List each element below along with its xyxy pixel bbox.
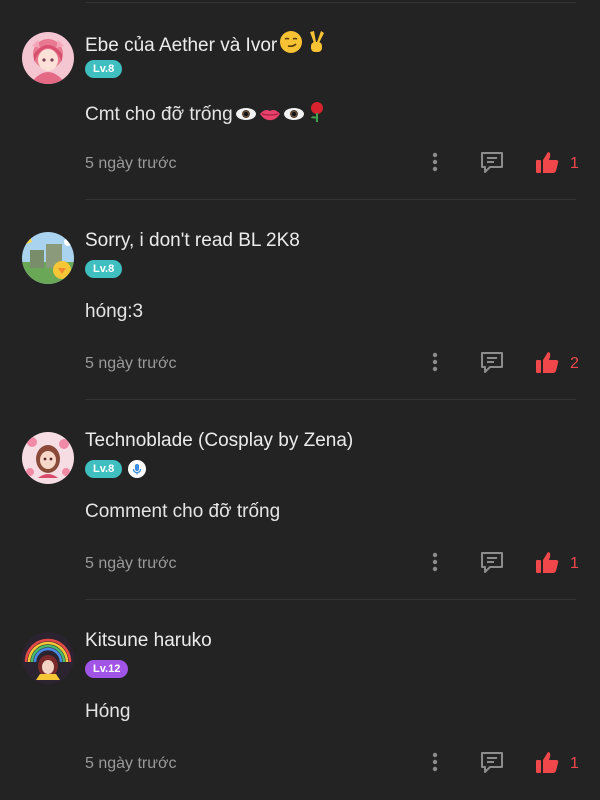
username[interactable]: Sorry, i don't read BL 2K8 xyxy=(85,230,300,252)
eye-icon xyxy=(235,105,257,129)
avatar[interactable] xyxy=(22,432,74,484)
user-badges: Lv.12 xyxy=(85,660,129,678)
avatar[interactable] xyxy=(22,632,74,684)
more-vertical-icon xyxy=(432,152,438,177)
comment-text: Comment cho đỡ trống xyxy=(85,501,281,522)
username[interactable]: Technoblade (Cosplay by Zena) xyxy=(85,430,353,452)
victory-hand-icon xyxy=(305,30,327,60)
reply-button[interactable] xyxy=(478,750,506,778)
username[interactable]: Kitsune haruko xyxy=(85,630,212,652)
comment-text: hóng:3 xyxy=(85,301,144,322)
comment-feed: Ebe của Aether và Ivor Lv.8 Cmt cho đỡ t… xyxy=(0,0,600,800)
reply-bubble-icon xyxy=(479,349,505,380)
avatar[interactable] xyxy=(22,232,74,284)
user-badges: Lv.8 xyxy=(85,60,123,78)
like-button[interactable]: 1 xyxy=(534,150,579,178)
eye-icon xyxy=(283,105,305,129)
lips-icon xyxy=(259,105,281,129)
like-count: 1 xyxy=(570,555,579,572)
more-vertical-icon xyxy=(432,552,438,577)
more-options-button[interactable] xyxy=(424,552,446,576)
like-button[interactable]: 1 xyxy=(534,550,579,578)
username[interactable]: Ebe của Aether và Ivor xyxy=(85,30,327,60)
reply-bubble-icon xyxy=(479,749,505,780)
thumbs-up-icon xyxy=(534,749,560,780)
rose-icon xyxy=(307,101,327,129)
reply-button[interactable] xyxy=(478,150,506,178)
comment-item: Kitsune haruko Lv.12 Hóng 5 ngày trước 1 xyxy=(0,600,600,800)
username-text: Ebe của Aether và Ivor xyxy=(85,35,278,56)
level-badge: Lv.8 xyxy=(85,460,123,478)
more-options-button[interactable] xyxy=(424,752,446,776)
reply-bubble-icon xyxy=(479,149,505,180)
reply-button[interactable] xyxy=(478,550,506,578)
level-badge: Lv.12 xyxy=(85,660,129,678)
avatar[interactable] xyxy=(22,32,74,84)
like-button[interactable]: 2 xyxy=(534,350,579,378)
comment-text-body: Cmt cho đỡ trống xyxy=(85,104,233,125)
reply-button[interactable] xyxy=(478,350,506,378)
microphone-icon xyxy=(128,460,147,478)
more-vertical-icon xyxy=(432,752,438,777)
thumbs-up-icon xyxy=(534,549,560,580)
smirk-face-icon xyxy=(279,30,303,60)
comment-item: Sorry, i don't read BL 2K8 Lv.8 hóng:3 5… xyxy=(0,200,600,400)
like-count: 2 xyxy=(570,355,579,372)
level-badge: Lv.8 xyxy=(85,60,123,78)
comment-text: Cmt cho đỡ trống xyxy=(85,101,327,129)
user-badges: Lv.8 xyxy=(85,460,147,478)
comment-timestamp: 5 ngày trước xyxy=(85,755,177,772)
comment-timestamp: 5 ngày trước xyxy=(85,555,177,572)
like-button[interactable]: 1 xyxy=(534,750,579,778)
like-count: 1 xyxy=(570,755,579,772)
reply-bubble-icon xyxy=(479,549,505,580)
more-options-button[interactable] xyxy=(424,352,446,376)
comment-item: Technoblade (Cosplay by Zena) Lv.8 Comme… xyxy=(0,400,600,600)
comment-text: Hóng xyxy=(85,701,131,722)
comment-item: Ebe của Aether và Ivor Lv.8 Cmt cho đỡ t… xyxy=(0,0,600,200)
comment-timestamp: 5 ngày trước xyxy=(85,155,177,172)
level-badge: Lv.8 xyxy=(85,260,123,278)
thumbs-up-icon xyxy=(534,149,560,180)
user-badges: Lv.8 xyxy=(85,260,123,278)
thumbs-up-icon xyxy=(534,349,560,380)
comment-timestamp: 5 ngày trước xyxy=(85,355,177,372)
more-vertical-icon xyxy=(432,352,438,377)
more-options-button[interactable] xyxy=(424,152,446,176)
like-count: 1 xyxy=(570,155,579,172)
